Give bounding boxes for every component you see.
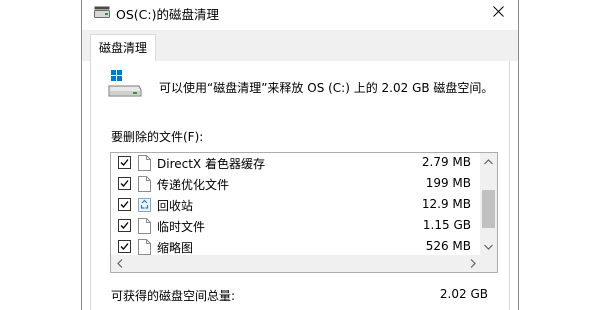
scrollbar-corner	[480, 255, 497, 272]
checkmark-icon	[120, 180, 129, 187]
close-button[interactable]	[478, 0, 518, 26]
scroll-down-icon[interactable]	[480, 238, 497, 255]
drive-icon	[94, 6, 110, 18]
title-bar[interactable]: OS(C:)的磁盘清理	[82, 0, 518, 26]
scroll-right-icon[interactable]	[464, 255, 481, 272]
total-space-value: 2.02 GB	[439, 287, 488, 301]
intro-text: 可以使用“磁盘清理”来释放 OS (C:) 上的 2.02 GB 磁盘空间。	[159, 81, 494, 95]
files-list[interactable]: DirectX 着色器缓存 2.79 MB 传递优化文件 199 MB 回收站 …	[110, 152, 498, 273]
file-icon	[138, 218, 151, 234]
checkmark-icon	[120, 243, 129, 250]
close-icon	[492, 6, 504, 20]
item-size: 526 MB	[425, 239, 471, 253]
list-item[interactable]: DirectX 着色器缓存 2.79 MB	[111, 153, 481, 174]
window-title: OS(C:)的磁盘清理	[116, 7, 219, 22]
vertical-scrollbar[interactable]	[480, 153, 497, 255]
item-name: 传递优化文件	[157, 178, 230, 192]
checkbox[interactable]	[118, 177, 131, 190]
item-size: 2.79 MB	[421, 155, 471, 169]
item-name: 回收站	[157, 199, 194, 213]
checkbox[interactable]	[118, 219, 131, 232]
horizontal-scrollbar[interactable]	[111, 255, 481, 272]
tab-strip: 磁盘清理	[82, 30, 518, 62]
checkbox[interactable]	[118, 240, 131, 253]
checkbox[interactable]	[118, 198, 131, 211]
tab-disk-cleanup[interactable]: 磁盘清理	[90, 34, 157, 62]
tab-panel: 可以使用“磁盘清理”来释放 OS (C:) 上的 2.02 GB 磁盘空间。 要…	[90, 61, 510, 310]
files-to-delete-label: 要删除的文件(F):	[111, 130, 204, 144]
checkmark-icon	[120, 222, 129, 229]
checkmark-icon	[120, 159, 129, 166]
list-item[interactable]: 临时文件 1.15 GB	[111, 216, 481, 237]
total-space-label: 可获得的磁盘空间总量:	[111, 289, 236, 303]
item-size: 1.15 GB	[422, 218, 471, 232]
scroll-up-icon[interactable]	[480, 153, 497, 170]
file-icon	[138, 176, 151, 192]
checkbox[interactable]	[118, 156, 131, 169]
item-name: 缩略图	[157, 241, 194, 255]
list-item[interactable]: 缩略图 526 MB	[111, 237, 481, 255]
item-name: DirectX 着色器缓存	[157, 157, 265, 171]
scroll-thumb[interactable]	[482, 190, 495, 228]
item-name: 临时文件	[157, 220, 206, 234]
file-icon	[138, 239, 151, 255]
list-item[interactable]: 回收站 12.9 MB	[111, 195, 481, 216]
item-size: 199 MB	[425, 176, 471, 190]
files-list-rows: DirectX 着色器缓存 2.79 MB 传递优化文件 199 MB 回收站 …	[111, 153, 481, 255]
item-size: 12.9 MB	[421, 197, 471, 211]
disk-cleanup-window: OS(C:)的磁盘清理 磁盘清理 可以使用“磁盘清理”来释放 OS (C:) 上…	[81, 0, 519, 310]
checkmark-icon	[120, 201, 129, 208]
drive-cleanup-icon	[108, 68, 142, 100]
scroll-left-icon[interactable]	[111, 255, 128, 272]
recycle-bin-icon	[138, 197, 151, 213]
list-item[interactable]: 传递优化文件 199 MB	[111, 174, 481, 195]
file-icon	[138, 155, 151, 171]
